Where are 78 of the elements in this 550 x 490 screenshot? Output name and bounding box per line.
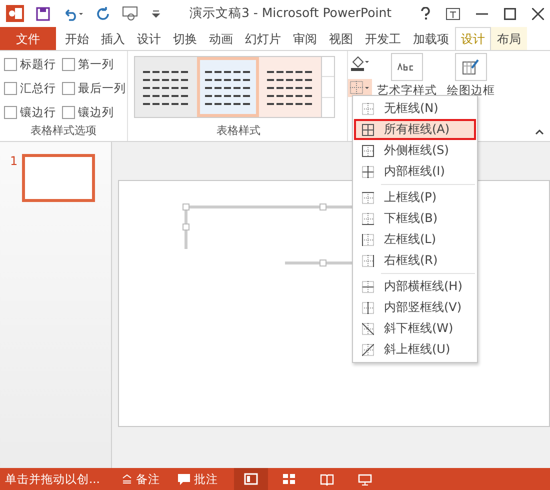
normal-view-icon[interactable] [234, 468, 268, 490]
checkbox[interactable] [4, 106, 17, 120]
slide-number: 1 [10, 154, 18, 170]
close-icon[interactable] [532, 8, 544, 20]
menu-item[interactable]: 所有框线(A) [354, 119, 476, 140]
draw-borders-icon[interactable] [455, 53, 487, 81]
abc-icon[interactable] [391, 53, 423, 81]
ribbon-tab[interactable]: 开发工 [359, 27, 407, 50]
checkbox-label: 最后一列 [78, 80, 126, 96]
border-icon [362, 166, 374, 178]
slide-thumbnail[interactable] [22, 154, 95, 202]
ribbon-tab[interactable]: 设计 [131, 27, 167, 50]
border-icon [362, 254, 374, 266]
menu-item[interactable]: 斜上框线(U) [354, 339, 476, 360]
group-label: 表格样式选项 [30, 123, 98, 139]
borders-button[interactable] [348, 79, 372, 97]
checkbox[interactable] [62, 106, 75, 120]
window-title: 演示文稿3 - Microsoft PowerPoint [188, 5, 393, 22]
ribbon-tab[interactable]: 文件 [0, 27, 56, 50]
ribbon-options-icon[interactable] [446, 8, 460, 20]
menu-item[interactable]: 内部框线(I) [354, 161, 476, 182]
border-icon [362, 144, 374, 156]
border-icon [362, 212, 374, 224]
ribbon-tab[interactable]: 动画 [203, 27, 239, 50]
checkbox-label: 第一列 [78, 56, 114, 72]
menu-item[interactable]: 内部横框线(H) [354, 276, 476, 297]
powerpoint-logo-icon[interactable] [6, 5, 24, 22]
collapse-ribbon-icon[interactable] [535, 129, 544, 135]
save-icon[interactable] [36, 6, 50, 20]
menu-item[interactable]: 斜下框线(W) [354, 318, 476, 339]
checkbox-label: 标题行 [20, 56, 56, 72]
draw-borders-button[interactable]: 绘图边框 [447, 83, 495, 98]
border-icon [362, 124, 374, 136]
menu-item[interactable]: 上框线(P) [354, 187, 476, 208]
checkbox-label: 镶边列 [78, 105, 114, 120]
maximize-icon[interactable] [504, 8, 516, 20]
border-icon [362, 192, 374, 204]
checkbox[interactable] [62, 58, 75, 71]
ribbon-tab[interactable]: 视图 [323, 27, 359, 50]
checkbox-label: 汇总行 [20, 80, 56, 96]
ribbon-tab[interactable]: 加载项 [407, 27, 455, 50]
border-icon [362, 322, 374, 334]
border-icon [362, 302, 374, 314]
border-icon [362, 344, 374, 356]
ribbon-tab[interactable]: 开始 [59, 27, 95, 50]
menu-item[interactable]: 右框线(R) [354, 250, 476, 271]
redo-icon[interactable] [96, 6, 110, 20]
checkbox[interactable] [4, 82, 17, 95]
notes-icon [122, 474, 132, 484]
notes-button[interactable]: 备注 [122, 472, 160, 486]
ribbon-tab[interactable]: 插入 [95, 27, 131, 50]
comment-icon [178, 474, 190, 484]
table-style-swatch[interactable] [135, 57, 197, 117]
group-label: 表格样式 [216, 123, 262, 139]
ribbon-tab[interactable]: 幻灯片 [239, 27, 287, 50]
word-art-styles-button[interactable]: 艺术字样式 [377, 83, 437, 98]
ribbon-tab[interactable]: 审阅 [287, 27, 323, 50]
border-icon [362, 280, 374, 292]
ribbon-tab[interactable]: 布局 [491, 27, 527, 50]
comments-button[interactable]: 批注 [178, 472, 218, 486]
help-icon[interactable] [421, 7, 430, 20]
menu-item[interactable]: 内部竖框线(V) [354, 297, 476, 318]
menu-item[interactable]: 左框线(L) [354, 229, 476, 250]
customize-icon[interactable] [152, 10, 160, 18]
ribbon-tab[interactable]: 切换 [167, 27, 203, 50]
border-icon [362, 234, 374, 246]
menu-item[interactable]: 无框线(N) [354, 98, 476, 119]
menu-item[interactable]: 下框线(B) [354, 208, 476, 229]
checkbox[interactable] [62, 82, 75, 95]
status-hint: 单击并拖动以创... [5, 472, 100, 486]
border-icon [362, 102, 374, 114]
gallery-scrollbar[interactable] [321, 57, 334, 117]
checkbox[interactable] [4, 58, 17, 71]
touch-mode-icon[interactable] [122, 6, 140, 22]
table-style-swatch[interactable] [197, 57, 259, 117]
menu-item[interactable]: 外侧框线(S) [354, 140, 476, 161]
table-style-swatch[interactable] [259, 57, 321, 117]
checkbox-label: 镶边行 [20, 105, 56, 120]
